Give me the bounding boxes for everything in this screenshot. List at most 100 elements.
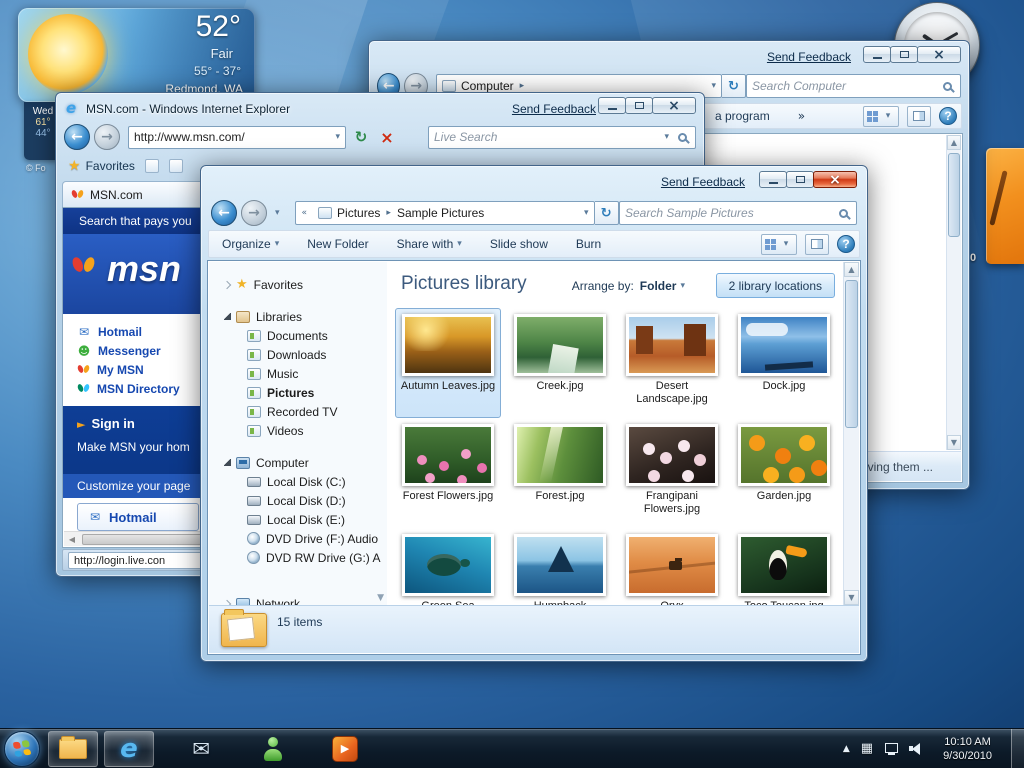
search-dropdown-icon[interactable]: ▾ [659, 132, 674, 142]
taskbar-item-explorer[interactable] [48, 731, 98, 767]
computer-titlebar[interactable]: Send Feedback [369, 41, 969, 71]
send-feedback-link[interactable]: Send Feedback [767, 50, 851, 64]
minimize-button[interactable] [598, 97, 626, 114]
slide-show-button[interactable]: Slide show [490, 237, 548, 251]
arrange-by-dropdown[interactable]: Folder▾ [640, 279, 685, 293]
expander-icon[interactable] [221, 313, 233, 320]
favorites-button[interactable]: Favorites [86, 159, 135, 173]
back-button[interactable] [211, 200, 237, 226]
help-button[interactable]: ? [939, 107, 957, 125]
library-locations-button[interactable]: 2 library locations [716, 273, 835, 298]
expander-icon[interactable] [221, 282, 233, 288]
maximize-button[interactable] [786, 171, 814, 188]
weather-gadget[interactable]: 52° Fair 55° - 37° Redmond, WA [18, 8, 255, 102]
organize-button[interactable]: Organize▾ [222, 237, 279, 251]
breadcrumb-segment-pictures[interactable]: Pictures [337, 206, 380, 220]
refresh-button[interactable] [595, 201, 619, 225]
explorer-search-input[interactable] [620, 202, 835, 224]
nav-downloads[interactable]: Downloads [209, 345, 387, 364]
help-button[interactable]: ? [837, 235, 855, 253]
input-method-icon[interactable]: ▦ [861, 741, 873, 756]
computer-scrollbar[interactable]: ▲ ▼ [946, 135, 961, 450]
computer-search-input[interactable] [747, 75, 939, 97]
file-toco-toucan[interactable]: Toco Toucan.jpg [731, 528, 837, 605]
address-dropdown-icon[interactable]: ▾ [330, 132, 345, 142]
show-desktop-button[interactable] [1011, 729, 1024, 768]
change-view-button[interactable]: ▾ [863, 106, 899, 127]
ie-titlebar[interactable]: e MSN.com - Windows Internet Explorer Se… [56, 93, 704, 121]
nav-favorites[interactable]: Favorites [209, 275, 387, 294]
preview-pane-button[interactable] [907, 106, 931, 127]
nav-dvd-rw-drive-g[interactable]: DVD RW Drive (G:) A [209, 548, 387, 567]
taskbar-item-internet-explorer[interactable]: e [104, 731, 154, 767]
notes-gadget[interactable]: 0 [986, 148, 1024, 264]
refresh-button[interactable]: ↻ [350, 126, 372, 148]
nav-pictures[interactable]: Pictures [209, 383, 387, 402]
scrollbar-thumb[interactable] [948, 153, 960, 237]
nav-videos[interactable]: Videos [209, 421, 387, 440]
file-dock[interactable]: Dock.jpg [731, 308, 837, 418]
toolbar-overflow-chevron[interactable]: » [798, 109, 805, 123]
file-forest-flowers[interactable]: Forest Flowers.jpg [395, 418, 501, 528]
refresh-button[interactable] [722, 74, 746, 98]
address-dropdown-icon[interactable]: ▾ [706, 81, 721, 91]
nav-libraries[interactable]: Libraries [209, 307, 387, 326]
scroll-left-arrow[interactable]: ◀ [64, 532, 80, 547]
preview-pane-button[interactable] [805, 234, 829, 255]
send-feedback-link[interactable]: Send Feedback [661, 175, 745, 189]
breadcrumb-segment[interactable]: Computer [461, 79, 514, 93]
nav-local-disk-e[interactable]: Local Disk (E:) [209, 510, 387, 529]
nav-local-disk-d[interactable]: Local Disk (D:) [209, 491, 387, 510]
share-with-button[interactable]: Share with▾ [397, 237, 462, 251]
forward-button[interactable] [241, 200, 267, 226]
file-frangipani-flowers[interactable]: Frangipani Flowers.jpg [619, 418, 725, 528]
show-hidden-icons-button[interactable]: ▲ [843, 744, 850, 754]
nav-recorded-tv[interactable]: Recorded TV [209, 402, 387, 421]
breadcrumb-overflow-icon[interactable]: « [296, 208, 314, 218]
nav-scroll-down-icon[interactable]: ▼ [377, 593, 384, 603]
nav-music[interactable]: Music [209, 364, 387, 383]
network-tray-icon[interactable] [884, 742, 898, 755]
change-view-button[interactable]: ▾ [761, 234, 797, 255]
new-folder-button[interactable]: New Folder [307, 237, 368, 251]
scrollbar-thumb[interactable] [82, 534, 210, 545]
taskbar-clock[interactable]: 10:10 AM 9/30/2010 [935, 735, 1000, 763]
back-button[interactable] [64, 124, 90, 150]
nav-local-disk-c[interactable]: Local Disk (C:) [209, 472, 387, 491]
file-green-sea-turtle[interactable]: Green Sea [395, 528, 501, 605]
ie-search-input[interactable] [429, 127, 659, 148]
minimize-button[interactable] [759, 171, 787, 188]
file-creek[interactable]: Creek.jpg [507, 308, 613, 418]
suggested-sites-icon[interactable] [169, 159, 183, 173]
file-autumn-leaves[interactable]: Autumn Leaves.jpg [395, 308, 501, 418]
scrollbar-thumb[interactable] [845, 280, 858, 428]
minimize-button[interactable] [863, 46, 891, 63]
nav-documents[interactable]: Documents [209, 326, 387, 345]
scroll-up-arrow[interactable]: ▲ [947, 135, 961, 150]
file-oryx[interactable]: Oryx [619, 528, 725, 605]
send-feedback-link[interactable]: Send Feedback [512, 102, 596, 116]
address-breadcrumb[interactable]: « Pictures ▸ Sample Pictures ▾ [295, 201, 595, 225]
expander-icon[interactable] [221, 459, 233, 466]
close-button[interactable] [917, 46, 961, 63]
nav-dvd-drive-f[interactable]: DVD Drive (F:) Audio [209, 529, 387, 548]
scroll-down-arrow[interactable]: ▼ [947, 435, 961, 450]
recent-pages-dropdown-icon[interactable]: ▾ [270, 208, 285, 218]
file-garden[interactable]: Garden.jpg [731, 418, 837, 528]
forward-button[interactable] [94, 124, 120, 150]
toolbar-item-partial[interactable]: a program [715, 109, 770, 123]
nav-network[interactable]: Network [209, 594, 387, 605]
file-desert-landscape[interactable]: Desert Landscape.jpg [619, 308, 725, 418]
maximize-button[interactable] [890, 46, 918, 63]
volume-tray-icon[interactable] [909, 742, 924, 755]
close-button[interactable] [652, 97, 696, 114]
file-list-scrollbar[interactable]: ▲ ▼ [843, 262, 859, 605]
file-humpback-whale[interactable]: Humpback [507, 528, 613, 605]
nav-computer[interactable]: Computer [209, 453, 387, 472]
close-button[interactable] [813, 171, 857, 188]
taskbar-item-media-player[interactable] [320, 731, 370, 767]
explorer-titlebar[interactable]: Send Feedback [201, 166, 867, 196]
tab-msn[interactable]: MSN.com [62, 181, 214, 207]
scroll-up-arrow[interactable]: ▲ [844, 262, 859, 277]
address-dropdown-icon[interactable]: ▾ [579, 208, 594, 218]
